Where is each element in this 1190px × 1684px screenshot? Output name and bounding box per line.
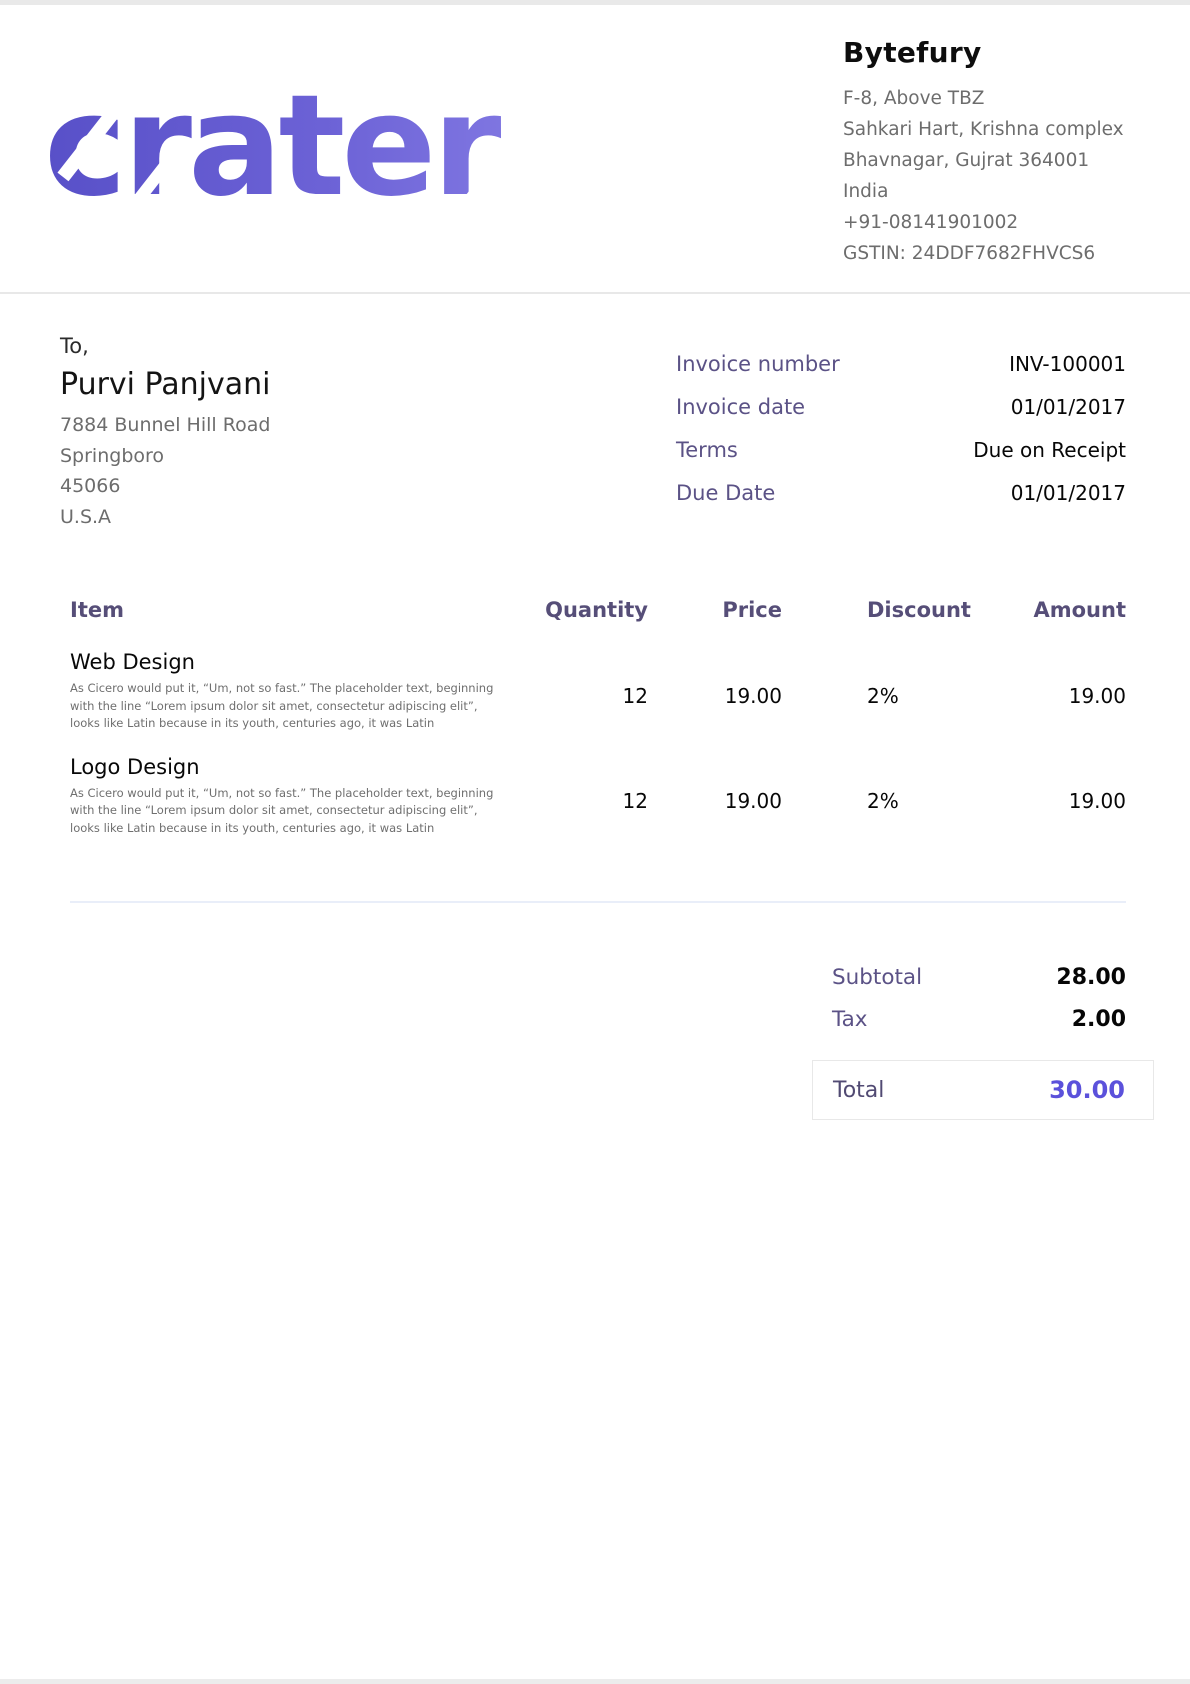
item-quantity: 12 (510, 755, 648, 838)
item-amount: 19.00 (977, 650, 1126, 733)
terms-value: Due on Receipt (973, 438, 1126, 462)
item-quantity: 12 (510, 650, 648, 733)
bill-to-label: To, (60, 334, 271, 358)
column-header-item: Item (70, 598, 510, 622)
totals-section: Subtotal 28.00 Tax 2.00 Total 30.00 (812, 956, 1154, 1120)
invoice-date-label: Invoice date (676, 395, 805, 419)
item-name: Logo Design (70, 755, 510, 779)
bill-to-block: To, Purvi Panjvani 7884 Bunnel Hill Road… (60, 334, 271, 532)
invoice-number-row: Invoice number INV-100001 (676, 352, 1126, 395)
table-row: Web Design As Cicero would put it, “Um, … (70, 650, 1126, 733)
column-header-price: Price (648, 598, 782, 622)
item-cell: Web Design As Cicero would put it, “Um, … (70, 650, 510, 733)
terms-row: Terms Due on Receipt (676, 438, 1126, 481)
crater-logo-wordmark: crater (44, 62, 554, 232)
invoice-page: crater Bytefury F-8, Above TBZ Sahkari H… (0, 0, 1190, 1684)
company-address: F-8, Above TBZ Sahkari Hart, Krishna com… (843, 83, 1124, 269)
company-gstin: GSTIN: 24DDF7682FHVCS6 (843, 238, 1124, 269)
subtotal-value: 28.00 (1056, 965, 1126, 990)
company-info: Bytefury F-8, Above TBZ Sahkari Hart, Kr… (843, 36, 1124, 269)
total-box: Total 30.00 (812, 1060, 1154, 1120)
item-discount: 2% (782, 650, 977, 733)
total-value: 30.00 (1049, 1076, 1125, 1104)
due-date-label: Due Date (676, 481, 775, 505)
company-phone: +91-08141901002 (843, 207, 1124, 238)
invoice-date-value: 01/01/2017 (1011, 395, 1126, 419)
item-description: As Cicero would put it, “Um, not so fast… (70, 785, 510, 838)
tax-label: Tax (832, 1007, 867, 1032)
subtotal-row: Subtotal 28.00 (812, 956, 1154, 998)
table-row: Logo Design As Cicero would put it, “Um,… (70, 755, 1126, 838)
customer-address-line: 45066 (60, 471, 271, 502)
header-divider (0, 292, 1190, 294)
column-header-amount: Amount (977, 598, 1126, 622)
crater-logo: crater (44, 62, 554, 242)
customer-address: 7884 Bunnel Hill Road Springboro 45066 U… (60, 410, 271, 532)
customer-address-line: 7884 Bunnel Hill Road (60, 410, 271, 441)
page-bottom-edge (0, 1679, 1190, 1684)
page-top-edge (0, 0, 1190, 5)
invoice-meta: Invoice number INV-100001 Invoice date 0… (676, 352, 1126, 524)
tax-value: 2.00 (1072, 1007, 1126, 1032)
company-address-line: Bhavnagar, Gujrat 364001 (843, 145, 1124, 176)
invoice-number-label: Invoice number (676, 352, 840, 376)
item-discount: 2% (782, 755, 977, 838)
items-table: Item Quantity Price Discount Amount Web … (70, 598, 1126, 903)
item-price: 19.00 (648, 650, 782, 733)
customer-name: Purvi Panjvani (60, 367, 271, 402)
company-address-line: India (843, 176, 1124, 207)
company-address-line: Sahkari Hart, Krishna complex (843, 114, 1124, 145)
invoice-date-row: Invoice date 01/01/2017 (676, 395, 1126, 438)
items-divider (70, 901, 1126, 903)
company-name: Bytefury (843, 36, 1124, 69)
due-date-row: Due Date 01/01/2017 (676, 481, 1126, 524)
invoice-number-value: INV-100001 (1009, 352, 1126, 376)
item-cell: Logo Design As Cicero would put it, “Um,… (70, 755, 510, 838)
item-price: 19.00 (648, 755, 782, 838)
column-header-discount: Discount (782, 598, 977, 622)
item-name: Web Design (70, 650, 510, 674)
terms-label: Terms (676, 438, 738, 462)
company-address-line: F-8, Above TBZ (843, 83, 1124, 114)
due-date-value: 01/01/2017 (1011, 481, 1126, 505)
total-label: Total (833, 1078, 884, 1103)
subtotal-label: Subtotal (832, 965, 922, 990)
items-table-header: Item Quantity Price Discount Amount (70, 598, 1126, 622)
item-amount: 19.00 (977, 755, 1126, 838)
column-header-quantity: Quantity (510, 598, 648, 622)
item-description: As Cicero would put it, “Um, not so fast… (70, 680, 510, 733)
tax-row: Tax 2.00 (812, 998, 1154, 1040)
customer-address-line: U.S.A (60, 502, 271, 533)
customer-address-line: Springboro (60, 441, 271, 472)
